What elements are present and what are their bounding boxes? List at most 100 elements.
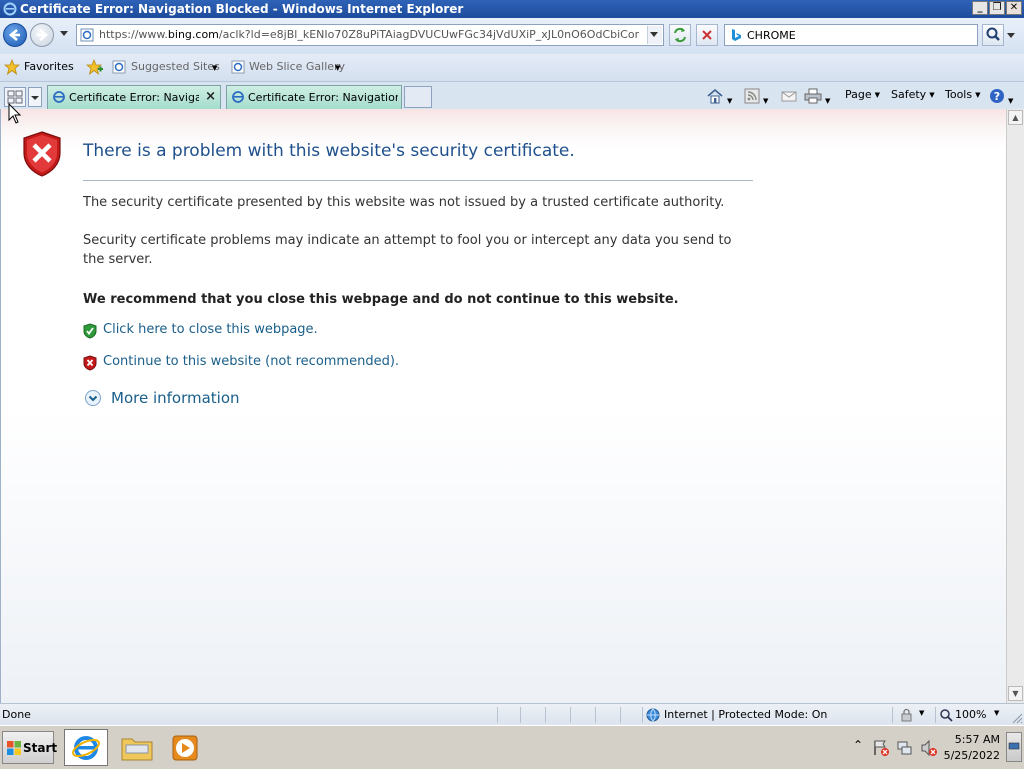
chevron-down-icon: ▼: [727, 97, 733, 105]
safety-menu[interactable]: Safety ▼: [891, 88, 937, 106]
search-value: CHROME: [747, 29, 796, 42]
printer-icon: [804, 88, 822, 104]
tab-certificate-error-2[interactable]: Certificate Error: Navigation ...: [226, 85, 402, 109]
status-segment: [545, 707, 566, 723]
start-button[interactable]: Start: [2, 731, 57, 764]
status-segment: [520, 707, 541, 723]
search-input[interactable]: CHROME: [724, 24, 978, 46]
ie-page-icon: [112, 60, 126, 74]
security-zone[interactable]: Internet | Protected Mode: On: [642, 707, 891, 723]
protected-mode-button[interactable]: ▼: [892, 707, 933, 723]
mail-icon: [781, 91, 797, 102]
volume-muted-icon[interactable]: [920, 739, 938, 757]
read-mail-button[interactable]: [781, 88, 799, 106]
add-to-favorites-bar-button[interactable]: [85, 58, 106, 77]
status-segment: [570, 707, 591, 723]
address-dropdown-button[interactable]: [647, 26, 662, 44]
page-menu[interactable]: Page ▼: [845, 88, 883, 106]
minimize-button[interactable]: _: [972, 1, 988, 15]
rss-feed-icon: [744, 88, 760, 104]
internet-explorer-icon: [72, 736, 100, 760]
stop-x-icon: [702, 30, 712, 40]
recommendation-text: We recommend that you close this webpage…: [83, 292, 679, 307]
action-center-flag-icon[interactable]: [872, 739, 890, 757]
taskbar-windows-explorer[interactable]: [115, 729, 159, 766]
status-text: Done: [2, 708, 31, 721]
refresh-icon: [674, 27, 686, 43]
certificate-issue-text: The security certificate presented by th…: [83, 195, 725, 210]
network-icon[interactable]: [896, 739, 914, 757]
add-favorite-star-icon: [85, 58, 103, 76]
tab-bar: Certificate Error: Navigat... × Certific…: [0, 82, 1024, 109]
close-tab-icon[interactable]: ×: [205, 89, 216, 104]
taskbar-media-player[interactable]: [162, 729, 206, 766]
clock-time: 5:57 AM: [954, 733, 1000, 746]
expand-chevron-icon: [85, 390, 101, 406]
back-arrow-icon: [8, 29, 20, 41]
url-text: https://www.bing.com/aclk?ld=e8jBl_kENIo…: [99, 28, 639, 41]
zoom-control[interactable]: 100% ▼: [935, 707, 1006, 723]
recent-pages-chevron-icon[interactable]: [59, 30, 69, 38]
tab-certificate-error-1[interactable]: Certificate Error: Navigat... ×: [47, 85, 221, 109]
taskbar-internet-explorer[interactable]: [64, 729, 108, 766]
show-desktop-button[interactable]: [1006, 732, 1022, 762]
bing-logo-icon: [732, 29, 741, 41]
scroll-down-button[interactable]: ▼: [1008, 686, 1023, 701]
tab-label: Certificate Error: Navigat...: [69, 91, 199, 104]
lock-icon: [901, 708, 912, 722]
chevron-down-icon: ▼: [874, 91, 881, 99]
favorites-button[interactable]: Favorites: [4, 59, 74, 77]
green-shield-check-icon: [83, 323, 97, 339]
web-slice-gallery-link[interactable]: Web Slice Gallery ▼: [231, 59, 346, 77]
new-tab-button[interactable]: [404, 86, 432, 108]
ie-page-icon: [232, 91, 244, 103]
favorites-bar: Favorites Suggested Sites ▼ Web Slice Ga…: [0, 54, 1024, 82]
home-icon: [707, 88, 723, 104]
suggested-sites-link[interactable]: Suggested Sites ▼: [112, 59, 222, 77]
status-segment: [620, 707, 641, 723]
title-divider: [83, 180, 753, 181]
error-shield-icon: [23, 131, 61, 177]
home-button[interactable]: ▼: [706, 88, 740, 106]
red-shield-x-icon: [83, 355, 97, 371]
address-field[interactable]: https://www.bing.com/aclk?ld=e8jBl_kENIo…: [76, 24, 664, 46]
page-icon: [80, 28, 94, 42]
scroll-up-button[interactable]: ▲: [1008, 110, 1023, 125]
chevron-down-icon: ▼: [212, 64, 218, 72]
print-button[interactable]: ▼: [804, 88, 838, 106]
feeds-button[interactable]: ▼: [744, 88, 778, 106]
status-bar: Done Internet | Protected Mode: On ▼ 100…: [0, 703, 1024, 726]
monitor-icon: [1008, 742, 1020, 750]
tab-list-button[interactable]: [28, 87, 42, 107]
globe-icon: [646, 708, 660, 722]
search-options-chevron-icon[interactable]: [1006, 32, 1016, 40]
vertical-scrollbar[interactable]: ▲ ▼: [1006, 109, 1024, 703]
tab-label: Certificate Error: Navigation ...: [248, 91, 398, 104]
window-title-bar: Certificate Error: Navigation Blocked - …: [0, 0, 1024, 18]
chevron-down-icon: [650, 32, 658, 37]
compatibility-view-button[interactable]: [669, 24, 691, 46]
navigation-bar: https://www.bing.com/aclk?ld=e8jBl_kENIo…: [0, 18, 1024, 54]
system-clock[interactable]: 5:57 AM 5/25/2022: [940, 732, 1000, 764]
warning-text: Security certificate problems may indica…: [83, 233, 732, 267]
stop-button[interactable]: [696, 24, 718, 46]
help-button[interactable]: ? ▼: [989, 88, 1019, 106]
more-information-toggle[interactable]: More information: [85, 389, 245, 411]
close-webpage-link[interactable]: Click here to close this webpage.: [83, 322, 323, 342]
chevron-down-icon: ▼: [994, 709, 1000, 717]
restore-button[interactable]: ❐: [989, 1, 1005, 15]
page-content: There is a problem with this website's s…: [0, 109, 1006, 703]
chevron-down-icon: ▼: [929, 91, 935, 99]
back-button[interactable]: [3, 23, 27, 47]
forward-button[interactable]: [30, 23, 54, 47]
continue-to-website-link[interactable]: Continue to this website (not recommende…: [83, 354, 403, 374]
windows-logo-icon: [7, 741, 21, 755]
show-hidden-icons-icon[interactable]: ⌃: [853, 738, 863, 752]
close-window-button[interactable]: ✕: [1006, 1, 1022, 15]
chevron-down-icon: ▼: [335, 64, 341, 72]
search-button[interactable]: [982, 24, 1004, 46]
tools-menu[interactable]: Tools ▼: [945, 88, 983, 106]
chevron-down-icon: ▼: [825, 97, 831, 105]
resize-grip-icon[interactable]: [1011, 712, 1023, 724]
window-title: Certificate Error: Navigation Blocked - …: [20, 2, 464, 16]
